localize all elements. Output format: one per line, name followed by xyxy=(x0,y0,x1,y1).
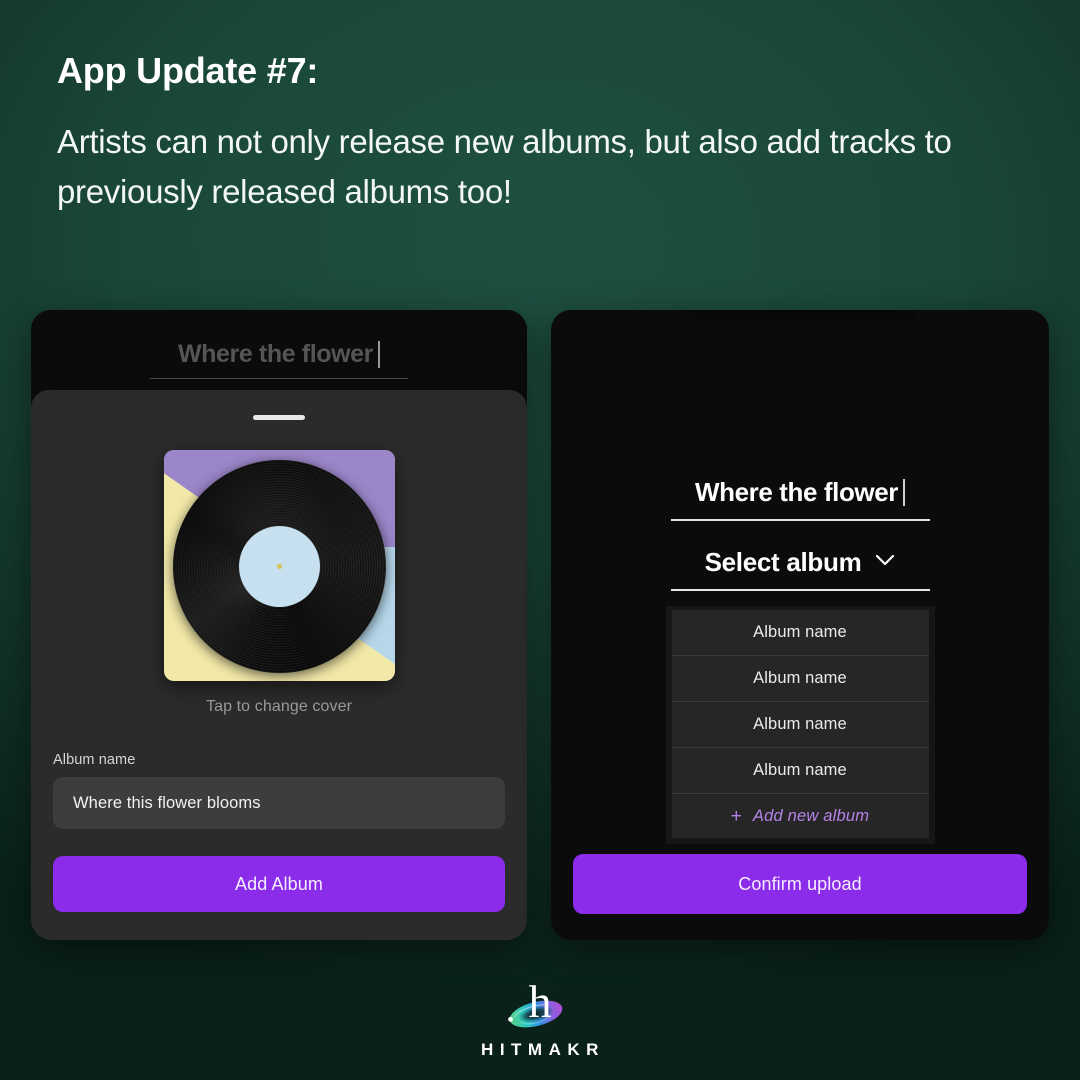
add-album-button-label: Add Album xyxy=(235,873,323,894)
album-name-label: Album name xyxy=(53,752,136,768)
plus-icon: + xyxy=(730,805,742,827)
confirm-upload-button[interactable]: Confirm upload xyxy=(573,854,1027,914)
select-album-dropdown-trigger[interactable]: Select album xyxy=(670,547,930,591)
vinyl-record-icon xyxy=(173,459,386,673)
list-item[interactable]: Album name xyxy=(671,702,929,748)
album-cover-art[interactable] xyxy=(163,450,395,681)
brand-wordmark: HITMAKR xyxy=(481,1040,605,1059)
album-options-dropdown: Album name Album name Album name Album n… xyxy=(665,606,935,844)
add-new-album-label: Add new album xyxy=(752,806,870,825)
left-screen-header: Where the flower xyxy=(31,310,527,390)
cover-caption-text: Tap to change cover xyxy=(206,698,352,715)
text-caret-icon xyxy=(903,479,906,506)
list-item[interactable]: Album name xyxy=(671,656,929,702)
text-caret-icon xyxy=(378,341,381,368)
logo-letter-h: h xyxy=(529,976,552,1027)
album-option-label: Album name xyxy=(753,715,847,733)
brand-footer: h HITMAKR xyxy=(0,975,1080,1060)
track-title-text: Where the flower xyxy=(694,477,899,507)
bottom-sheet-panel: Tap to change cover Album name Where thi… xyxy=(31,390,527,940)
confirm-upload-button-label: Confirm upload xyxy=(738,873,862,894)
track-cover-art[interactable] xyxy=(685,310,916,424)
album-title-text: Where the flower xyxy=(177,340,374,368)
chevron-down-icon xyxy=(875,554,895,572)
album-option-label: Album name xyxy=(753,623,847,641)
page-title: App Update #7: xyxy=(57,50,319,91)
headline-body-text: Artists can not only release new albums,… xyxy=(57,123,952,211)
album-title-input[interactable]: Where the flower xyxy=(150,340,408,379)
add-album-button[interactable]: Add Album xyxy=(53,856,505,912)
list-item[interactable]: Album name xyxy=(671,748,929,794)
hitmakr-logo-icon: h xyxy=(496,975,584,1037)
album-option-label: Album name xyxy=(753,669,847,687)
album-name-input[interactable]: Where this flower blooms xyxy=(53,777,505,829)
headline-block: App Update #7: Artists can not only rele… xyxy=(57,48,997,217)
left-phone-mockup: Where the flower Tap to change cover Alb… xyxy=(31,310,527,940)
vinyl-center-hole xyxy=(277,563,282,569)
add-new-album-button[interactable]: + Add new album xyxy=(671,794,929,838)
sheet-drag-handle[interactable] xyxy=(253,415,305,420)
album-name-value: Where this flower blooms xyxy=(73,793,261,812)
album-option-label: Album name xyxy=(753,761,847,779)
select-album-label: Select album xyxy=(704,547,862,577)
list-item[interactable]: Album name xyxy=(671,610,929,656)
poster-canvas: App Update #7: Artists can not only rele… xyxy=(0,0,1080,1080)
track-title-input[interactable]: Where the flower xyxy=(670,477,930,521)
right-phone-mockup: Where the flower Select album Album name… xyxy=(551,310,1049,940)
